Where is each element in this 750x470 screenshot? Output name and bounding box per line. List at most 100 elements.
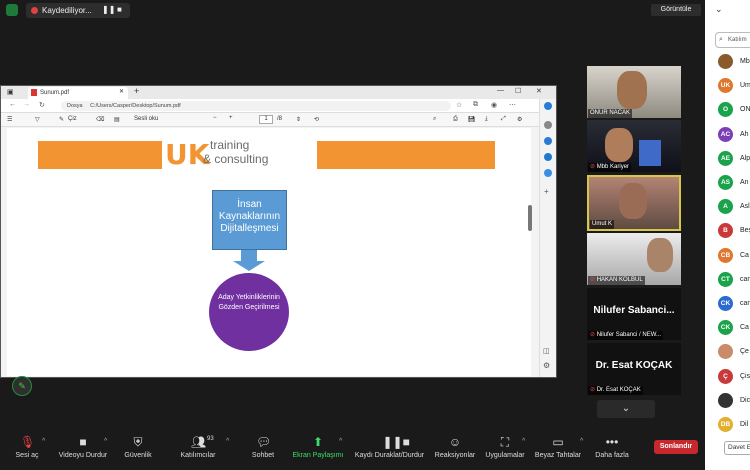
highlight-icon[interactable]: ▽ [35,116,40,123]
browser-tab[interactable]: Sunum.pdf [28,87,128,99]
participant-item[interactable]: A Asl [718,199,750,215]
slide-title-box: İnsan Kaynaklarının Dijitalleşmesi [212,190,287,250]
search-icon[interactable]: ⌕ [433,116,436,123]
participant-item[interactable]: CK can [718,296,750,312]
stop-video-button[interactable]: ■ Videoyu Durdur [53,432,113,459]
participant-name: Asl [740,203,750,211]
sidebar-layout-icon[interactable]: ◫ [543,347,550,355]
read-aloud-icon[interactable]: ▤ [114,116,120,123]
browser-tab-bar: ▣ Sunum.pdf ✕ + — ☐ ✕ [1,86,556,99]
zoom-in-button[interactable]: + [229,115,233,121]
new-tab-button[interactable]: + [134,86,139,96]
participant-item[interactable]: CK Ca [718,320,750,336]
share-screen-label: Ekran Paylaşımı [292,452,344,459]
apps-options-caret[interactable]: ^ [522,438,525,445]
refresh-icon[interactable]: ↻ [39,101,45,109]
unmute-button[interactable]: 🎙︎ Sesi aç [0,432,57,459]
annotate-pen-button[interactable]: ✎ [12,376,32,396]
audio-options-caret[interactable]: ^ [42,438,45,445]
more-menu-icon[interactable]: ⋯ [509,101,516,109]
close-tab-icon[interactable]: ✕ [119,88,124,95]
record-button[interactable]: ❚❚■ Kaydı Duraklat/Durdur [352,432,427,459]
participant-item[interactable]: AC Ah [718,126,750,143]
back-icon[interactable]: ← [9,101,16,108]
more-button[interactable]: ••• Daha fazla [582,432,642,459]
close-window-icon[interactable]: ✕ [536,87,542,95]
window-menu-icon[interactable]: ▣ [7,88,14,96]
participant-item[interactable]: B Beş [718,223,750,239]
participant-item[interactable]: Mb [718,54,750,70]
participant-item[interactable]: AS An [718,175,750,191]
add-sidebar-icon[interactable]: + [544,187,549,196]
search-sidebar-icon[interactable] [544,121,552,129]
video-tile[interactable]: ⊘ HAKAN KOLBUL [587,233,681,285]
share-screen-button[interactable]: ⬆ Ekran Paylaşımı [288,432,348,459]
erase-icon[interactable]: ⌫ [96,116,104,123]
participant-item[interactable]: Ç Çis [718,368,750,385]
favorites-icon[interactable]: ☆ [456,101,462,109]
rotate-icon[interactable]: ⟲ [314,116,319,123]
outlook-icon[interactable] [544,153,552,161]
participant-item[interactable]: AE Alp [718,150,750,167]
zoom-out-button[interactable]: − [213,115,217,121]
participant-search-input[interactable]: ⌕ Katılım [715,32,750,48]
save-as-icon[interactable]: ⤓ [485,116,488,123]
participant-item[interactable]: Çe [718,344,750,360]
video-options-caret[interactable]: ^ [104,438,107,445]
video-tile[interactable]: ⊘ Mbb Kariyer [587,120,681,172]
settings-icon[interactable]: ⚙ [517,116,522,123]
shared-screen: ▣ Sunum.pdf ✕ + — ☐ ✕ ← → ↻ Dosya C:/Use… [0,85,557,378]
pdf-scrollbar[interactable] [528,205,532,231]
participant-item[interactable]: O ON [718,102,750,118]
maximize-icon[interactable]: ☐ [515,87,521,95]
video-name: ⊘ Dr. Esat KOÇAK [588,386,643,395]
video-tile-name-only[interactable]: Nilufer Sabanci... ⊘ Nilufer Sabanci / N… [587,288,681,340]
panel-collapse-icon[interactable]: ⌄ [715,4,723,15]
save-icon[interactable]: 💾︎ [468,116,476,123]
profile-icon[interactable]: ◉ [491,101,497,109]
video-tile-active[interactable]: Umut K [587,175,681,231]
read-aloud-label[interactable]: Sesli oku [134,116,158,122]
pause-icon[interactable]: ❚❚ [102,5,115,14]
video-name-text: Mbb Kariyer [596,164,630,170]
unmute-label: Sesi aç [15,452,39,459]
security-button[interactable]: ⛨ Güvenlik [108,432,168,459]
participant-item[interactable]: DB Dil [718,417,750,433]
participant-item[interactable]: CT can [718,271,750,288]
url-field[interactable]: Dosya C:/Users/Casper/Desktop/Sunum.pdf [61,101,451,111]
video-name-text: Nilufer Sabanci / NEW... [596,332,662,338]
participant-item[interactable]: UK Um [718,78,750,94]
sidebar-settings-icon[interactable]: ⚙ [543,361,550,370]
collections-icon[interactable]: ⧉ [473,101,478,109]
minimize-icon[interactable]: — [497,87,504,94]
tools-icon[interactable] [544,169,552,177]
print-icon[interactable]: ⎙ [453,116,458,123]
more-videos-chevron-icon[interactable]: ⌄ [597,400,655,418]
apps-button[interactable]: ⛶ Uygulamalar [475,432,535,459]
participant-item[interactable]: Dic [718,392,750,409]
chat-button[interactable]: 💬︎ Sohbet [233,432,293,459]
tab-title: Sunum.pdf [40,90,70,96]
forward-icon[interactable]: → [23,101,30,108]
shopping-icon[interactable] [544,137,552,145]
end-meeting-button[interactable]: Sonlandır [654,440,698,454]
invite-button[interactable]: Davet Et [724,441,750,455]
fullscreen-icon[interactable]: ⤢ [501,116,506,123]
view-button[interactable]: Görüntüle [651,4,701,16]
fit-page-icon[interactable]: ⇕ [296,116,301,123]
bing-icon[interactable] [544,102,552,110]
whiteboards-button[interactable]: ▭ Beyaz Tahtalar [528,432,588,459]
page-number-input[interactable]: 1 [259,115,273,124]
draw-icon[interactable]: ✎ [59,116,64,123]
video-name: ⊘ Nilufer Sabanci / NEW... [588,331,664,340]
participants-options-caret[interactable]: ^ [226,438,229,445]
participants-button[interactable]: 👥︎ Katılımcılar [168,432,228,459]
contents-icon[interactable]: ☰ [7,116,12,123]
video-tile[interactable]: ONUR NACAK [587,66,681,118]
draw-label[interactable]: Çiz [68,116,77,122]
security-shield-icon[interactable] [6,4,18,16]
stop-icon[interactable]: ■ [117,5,122,14]
share-options-caret[interactable]: ^ [339,438,342,445]
participant-item[interactable]: CB Ca [718,247,750,264]
video-tile-name-only[interactable]: Dr. Esat KOÇAK ⊘ Dr. Esat KOÇAK [587,343,681,395]
